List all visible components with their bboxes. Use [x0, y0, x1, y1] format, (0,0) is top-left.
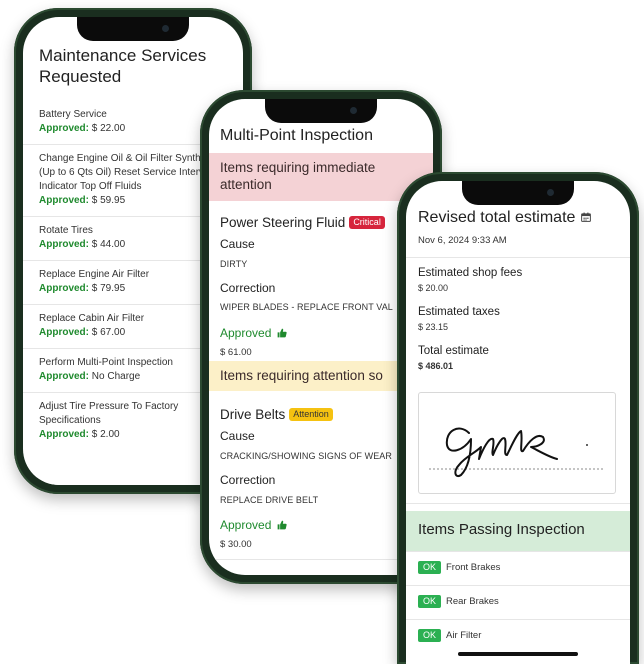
service-price: $ 2.00 [91, 429, 120, 440]
ok-badge: OK [418, 629, 442, 642]
approved-label: Approved: [39, 239, 89, 250]
cause-value: DIRTY [220, 259, 248, 269]
cause-label: Cause [220, 429, 255, 443]
service-price: $ 59.95 [91, 195, 126, 206]
critical-badge: Critical [349, 216, 385, 229]
attention-badge: Attention [289, 408, 333, 421]
phone-estimate: Revised total estimate Nov 6, 2024 9:33 … [397, 172, 639, 664]
shop-fees-label: Estimated shop fees [418, 267, 523, 279]
taxes-label: Estimated taxes [418, 306, 500, 318]
service-price: No Charge [91, 371, 141, 382]
item-name: Power Steering Fluid [220, 215, 346, 230]
correction-value: REPLACE DRIVE BELT [220, 495, 319, 505]
estimate-title: Revised total estimate [418, 209, 576, 226]
approved-text: Approved [220, 518, 272, 532]
service-name: Perform Multi-Point Inspection [39, 357, 173, 368]
passing-item[interactable]: OK Front Brakes [406, 551, 630, 585]
signature-box[interactable] [418, 392, 616, 494]
total-label: Total estimate [418, 345, 489, 357]
estimate-screen: Revised total estimate Nov 6, 2024 9:33 … [406, 181, 630, 664]
approved-label: Approved: [39, 371, 89, 382]
approved-label: Approved: [39, 195, 89, 206]
ok-badge: OK [418, 561, 442, 574]
approved-label: Approved: [39, 429, 89, 440]
service-name: Adjust Tire Pressure To Factory Specific… [39, 401, 179, 426]
correction-value: WIPER BLADES - REPLACE FRONT VAL [220, 302, 393, 312]
approved-text: Approved [220, 326, 272, 340]
passing-item[interactable]: OK Air Filter [406, 619, 630, 653]
passing-title: Items Passing Inspection [418, 521, 585, 538]
correction-label: Correction [220, 281, 276, 295]
calendar-icon [581, 212, 592, 222]
divider [406, 503, 630, 504]
service-name: Replace Engine Air Filter [39, 269, 150, 280]
page-title: Maintenance Services Requested [39, 46, 207, 86]
service-price: $ 67.00 [91, 327, 126, 338]
passing-item-name: Rear Brakes [446, 596, 499, 607]
total-value: $ 486.01 [418, 361, 454, 371]
thumbs-up-icon [277, 328, 287, 338]
passing-inspection-header: Items Passing Inspection [406, 511, 630, 551]
service-name: Change Engine Oil & Oil Filter Synthe (U… [39, 153, 207, 192]
service-price: $ 44.00 [91, 239, 126, 250]
item-name: Drive Belts [220, 407, 286, 422]
approved-status: Approved [220, 326, 287, 340]
service-name: Replace Cabin Air Filter [39, 313, 145, 324]
service-name: Rotate Tires [39, 225, 93, 236]
approved-status: Approved [220, 518, 287, 532]
correction-label: Correction [220, 473, 276, 487]
approved-label: Approved: [39, 327, 89, 338]
cause-value: CRACKING/SHOWING SIGNS OF WEAR [220, 451, 393, 461]
page-title: Revised total estimate [418, 209, 592, 227]
thumbs-up-icon [277, 520, 287, 530]
taxes-value: $ 23.15 [418, 322, 449, 332]
divider [406, 257, 630, 258]
item-price: $ 30.00 [220, 539, 252, 550]
service-price: $ 79.95 [91, 283, 126, 294]
approved-label: Approved: [39, 283, 89, 294]
inspection-item-title: Power Steering Fluid Critical [220, 215, 385, 230]
cause-label: Cause [220, 237, 255, 251]
item-price: $ 61.00 [220, 347, 252, 358]
home-indicator [458, 652, 578, 656]
phone-notch [462, 181, 574, 205]
estimate-date: Nov 6, 2024 9:33 AM [418, 235, 507, 246]
phone-notch [77, 17, 189, 41]
immediate-attention-header: Items requiring immediate attention [209, 153, 433, 201]
approved-label: Approved: [39, 123, 89, 134]
passing-item-name: Front Brakes [446, 562, 501, 573]
passing-item-name: Air Filter [446, 630, 482, 641]
page-title: Multi-Point Inspection [220, 127, 373, 144]
shop-fees-value: $ 20.00 [418, 283, 449, 293]
service-name: Battery Service [39, 109, 107, 120]
signature-image [429, 427, 605, 477]
passing-item[interactable]: OK Rear Brakes [406, 585, 630, 619]
service-price: $ 22.00 [91, 123, 126, 134]
ok-badge: OK [418, 595, 442, 608]
inspection-item-title: Drive Belts Attention [220, 407, 333, 422]
phone-notch [265, 99, 377, 123]
